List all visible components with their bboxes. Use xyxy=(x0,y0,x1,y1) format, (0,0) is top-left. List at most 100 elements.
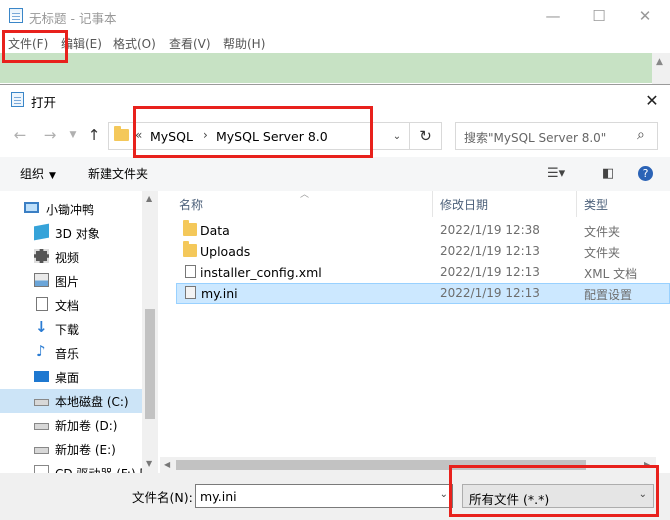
menu-file[interactable]: 文件(F) xyxy=(8,35,48,52)
notepad-text-area[interactable] xyxy=(0,53,652,83)
back-button[interactable]: ← xyxy=(10,125,30,145)
file-row-selected[interactable]: my.ini 2022/1/19 12:13 配置设置 xyxy=(176,283,670,304)
filename-input[interactable]: my.ini ⌄ xyxy=(195,484,453,508)
organize-button[interactable]: 组织 ▼ xyxy=(20,165,56,182)
navigation-pane: 小锄冲鸭 3D 对象 视频 图片 文档 ↓ 下载 ♪ 音乐 桌面 本地磁盘 (C… xyxy=(0,191,158,473)
nav-item-desktop[interactable]: 桌面 xyxy=(0,365,142,389)
scrollbar-thumb[interactable] xyxy=(145,309,155,419)
music-icon: ♪ xyxy=(36,342,46,360)
chevron-down-icon[interactable]: ⌄ xyxy=(440,489,448,500)
sort-ascending-icon: ︿ xyxy=(300,190,310,200)
file-name: Data xyxy=(200,223,230,238)
forward-button[interactable]: → xyxy=(40,125,60,145)
new-folder-button[interactable]: 新建文件夹 xyxy=(88,165,148,182)
nav-item-documents[interactable]: 文档 xyxy=(0,293,142,317)
nav-item-label: 本地磁盘 (C:) xyxy=(55,395,129,409)
nav-pane-scrollbar[interactable]: ▲ ▼ xyxy=(142,191,158,473)
notepad-titlebar: 无标题 - 记事本 — ☐ ✕ xyxy=(0,0,670,32)
up-button[interactable]: ↑ xyxy=(84,125,104,145)
file-name: installer_config.xml xyxy=(200,265,322,280)
nav-item-drive-d[interactable]: 新加卷 (D:) xyxy=(0,413,142,437)
close-icon: ✕ xyxy=(645,90,659,110)
breadcrumb-mysql-server[interactable]: MySQL Server 8.0 xyxy=(216,129,328,144)
xml-file-icon xyxy=(185,265,196,278)
file-list-hscrollbar[interactable]: ◀ ▶ xyxy=(160,457,656,473)
chevron-down-icon: ⌄ xyxy=(638,489,647,500)
view-options-icon[interactable]: ☰▾ xyxy=(547,166,565,181)
3d-objects-icon xyxy=(34,223,49,241)
help-icon[interactable]: ? xyxy=(638,166,653,181)
nav-item-videos[interactable]: 视频 xyxy=(0,245,142,269)
drive-icon xyxy=(34,399,49,406)
file-date: 2022/1/19 12:38 xyxy=(440,223,540,237)
menu-view[interactable]: 查看(V) xyxy=(169,35,211,52)
scrollbar-thumb[interactable] xyxy=(176,460,586,470)
dialog-toolbar: 组织 ▼ 新建文件夹 ☰▾ ◧ ? xyxy=(0,157,670,191)
breadcrumb-separator[interactable]: › xyxy=(203,128,208,142)
pc-icon xyxy=(24,202,39,213)
drive-icon xyxy=(34,423,49,430)
maximize-button[interactable]: ☐ xyxy=(576,0,622,32)
column-divider[interactable] xyxy=(576,191,577,217)
breadcrumb-overflow[interactable]: « xyxy=(135,128,142,142)
file-row[interactable]: installer_config.xml 2022/1/19 12:13 XML… xyxy=(176,262,670,283)
menu-edit[interactable]: 编辑(E) xyxy=(61,35,102,52)
column-label: 类型 xyxy=(584,198,609,212)
notepad-app-icon xyxy=(9,8,23,23)
dialog-title: 打开 xyxy=(31,95,57,110)
column-header-name[interactable]: ︿ 名称 xyxy=(172,190,436,217)
nav-item-label: CD 驱动器 (F:) [ xyxy=(55,465,144,473)
nav-item-label: 下载 xyxy=(55,323,80,337)
nav-item-drive-e[interactable]: 新加卷 (E:) xyxy=(0,437,142,461)
dialog-close-button[interactable]: ✕ xyxy=(640,89,664,111)
menu-format[interactable]: 格式(O) xyxy=(113,35,156,52)
nav-item-label: 音乐 xyxy=(55,347,80,361)
pictures-icon xyxy=(34,273,49,287)
column-header-type[interactable]: 类型 xyxy=(578,191,670,217)
nav-item-pictures[interactable]: 图片 xyxy=(0,269,142,293)
nav-item-cd-drive[interactable]: CD 驱动器 (F:) [ xyxy=(0,461,144,473)
search-box[interactable]: 搜索"MySQL Server 8.0" ⌕ xyxy=(455,122,658,150)
nav-item-label: 视频 xyxy=(55,251,80,265)
nav-item-label: 桌面 xyxy=(55,371,80,385)
chevron-down-icon: ▼ xyxy=(69,130,77,140)
file-row[interactable]: Data 2022/1/19 12:38 文件夹 xyxy=(176,220,670,241)
cd-drive-icon xyxy=(34,465,49,473)
nav-item-label: 小锄冲鸭 xyxy=(46,203,95,217)
breadcrumb-mysql[interactable]: MySQL xyxy=(150,129,193,144)
nav-item-3d-objects[interactable]: 3D 对象 xyxy=(0,221,142,245)
caret-down-icon: ▼ xyxy=(49,171,56,181)
nav-item-label: 3D 对象 xyxy=(55,227,100,241)
nav-item-pc[interactable]: 小锄冲鸭 xyxy=(0,197,142,221)
refresh-button[interactable]: ↻ xyxy=(409,123,441,149)
drive-icon xyxy=(34,447,49,454)
file-name: my.ini xyxy=(201,286,238,301)
nav-item-music[interactable]: ♪ 音乐 xyxy=(0,341,142,365)
column-divider[interactable] xyxy=(432,191,433,217)
file-date: 2022/1/19 12:13 xyxy=(440,244,540,258)
address-dropdown-button[interactable]: ⌄ xyxy=(387,123,407,149)
nav-item-downloads[interactable]: ↓ 下载 xyxy=(0,317,142,341)
recent-locations-button[interactable]: ▼ xyxy=(63,125,83,145)
file-row[interactable]: Uploads 2022/1/19 12:13 文件夹 xyxy=(176,241,670,262)
open-dialog: 打开 ✕ ← → ▼ ↑ « MySQL › MySQL Server 8.0 … xyxy=(0,84,670,520)
search-placeholder: 搜索"MySQL Server 8.0" xyxy=(464,131,607,145)
dialog-footer: 文件名(N): my.ini ⌄ 所有文件 (*.*) ⌄ xyxy=(0,473,670,520)
video-icon xyxy=(34,249,49,263)
address-bar[interactable]: « MySQL › MySQL Server 8.0 ⌄ ↻ xyxy=(108,122,442,150)
nav-item-label: 新加卷 (D:) xyxy=(55,419,118,433)
folder-icon xyxy=(183,241,197,257)
chevron-down-icon: ⌄ xyxy=(392,130,402,142)
close-button[interactable]: ✕ xyxy=(622,0,668,32)
folder-icon xyxy=(114,126,129,141)
preview-pane-icon[interactable]: ◧ xyxy=(602,166,614,181)
menu-help[interactable]: 帮助(H) xyxy=(223,35,265,52)
filename-label: 文件名(N): xyxy=(132,490,193,505)
filetype-select[interactable]: 所有文件 (*.*) ⌄ xyxy=(462,484,654,508)
column-label: 修改日期 xyxy=(440,198,489,212)
nav-item-drive-c[interactable]: 本地磁盘 (C:) xyxy=(0,389,142,413)
minimize-button[interactable]: — xyxy=(530,0,576,32)
scroll-up-icon: ▲ xyxy=(656,57,663,67)
column-header-date[interactable]: 修改日期 xyxy=(434,191,576,217)
desktop-icon xyxy=(34,371,49,382)
